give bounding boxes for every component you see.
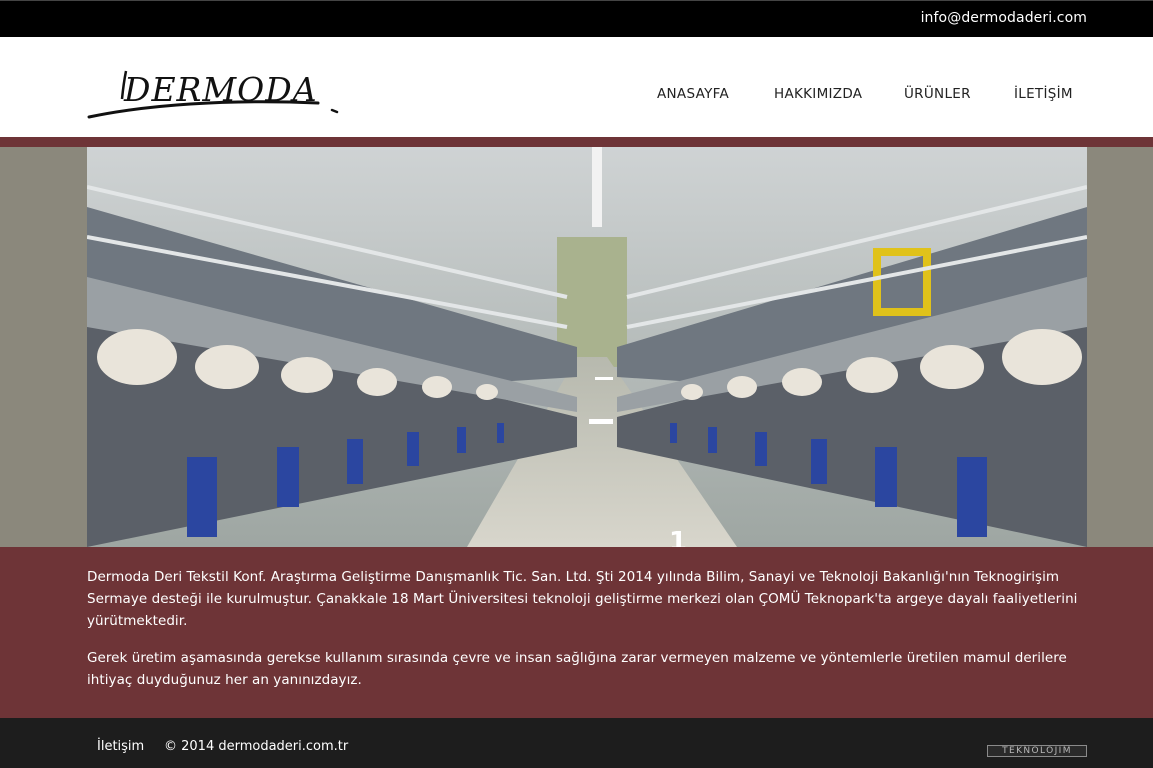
header: DERMODA ANASAYFA HAKKIMIZDA ÜRÜNLER İLET… [0, 37, 1153, 137]
about-paragraph-2: Gerek üretim aşamasında gerekse kullanım… [87, 650, 1067, 688]
accent-stripe [0, 137, 1153, 147]
copyright-text: © 2014 dermodaderi.com.tr [164, 739, 349, 754]
hero-slider[interactable]: 1 # [87, 147, 1087, 547]
nav-item-iletisim[interactable]: İLETİŞİM [1014, 86, 1073, 102]
about-section: Dermoda Deri Tekstil Konf. Araştırma Gel… [0, 547, 1153, 718]
teknolojim-badge[interactable]: TEKNOLOJIM [987, 745, 1087, 757]
dermoda-logo[interactable]: DERMODA [86, 59, 340, 123]
about-paragraph-1: Dermoda Deri Tekstil Konf. Araştırma Gel… [87, 569, 1078, 629]
nav-item-hakkimizda[interactable]: HAKKIMIZDA [774, 86, 862, 102]
email-link[interactable]: info@dermodaderi.com [921, 10, 1087, 26]
logo-graphic: DERMODA [87, 70, 339, 119]
top-bar: info@dermodaderi.com [0, 0, 1153, 37]
nav-item-anasayfa[interactable]: ANASAYFA [657, 86, 729, 102]
slide-number: 1 [669, 527, 688, 547]
factory-image [87, 147, 1087, 547]
footer-contact-link[interactable]: İletişim [97, 739, 144, 754]
nav-item-urunler[interactable]: ÜRÜNLER [904, 86, 971, 102]
footer: İletişim © 2014 dermodaderi.com.tr TEKNO… [0, 718, 1153, 768]
